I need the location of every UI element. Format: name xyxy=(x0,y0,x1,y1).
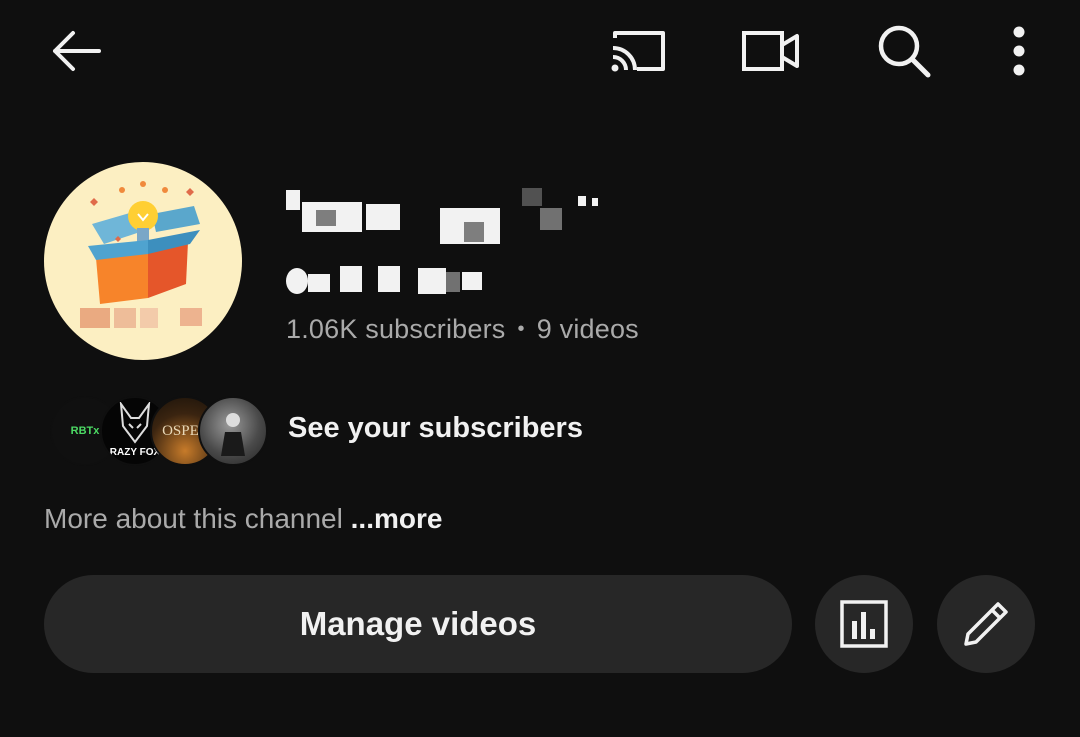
see-subscribers-link[interactable]: See your subscribers xyxy=(288,412,583,445)
channel-name xyxy=(286,178,626,248)
search-button[interactable] xyxy=(864,11,944,91)
more-vertical-icon xyxy=(1013,26,1025,76)
pencil-icon xyxy=(964,602,1008,646)
search-icon xyxy=(878,25,931,78)
stats-separator: • xyxy=(517,318,525,340)
subscriber-avatars[interactable]: RBTx RAZY FOX OSPEL xyxy=(50,396,270,466)
cast-icon xyxy=(611,31,665,72)
video-count: 9 videos xyxy=(536,314,639,344)
analytics-button[interactable] xyxy=(815,575,913,673)
back-button[interactable] xyxy=(36,11,116,91)
cast-button[interactable] xyxy=(598,11,678,91)
channel-avatar[interactable] xyxy=(44,162,242,360)
description-text: More about this channel xyxy=(44,503,343,534)
channel-handle xyxy=(286,262,496,302)
subscriber-avatar-text: RAZY FOX xyxy=(109,447,161,458)
subscriber-count: 1.06K subscribers xyxy=(286,314,506,344)
manage-videos-label: Manage videos xyxy=(299,605,537,642)
create-button[interactable] xyxy=(731,11,811,91)
subscriber-avatar-text: RBTx xyxy=(70,425,100,437)
box-lightbulb-logo xyxy=(80,181,202,328)
subscriber-avatar xyxy=(198,396,268,466)
fox-icon xyxy=(119,402,151,444)
edit-channel-button[interactable] xyxy=(937,575,1035,673)
more-options-button[interactable] xyxy=(979,11,1059,91)
manage-videos-button[interactable]: Manage videos xyxy=(44,575,792,673)
analytics-chart-icon xyxy=(840,600,888,648)
channel-description[interactable]: More about this channel ...more xyxy=(44,503,442,535)
channel-stats: 1.06K subscribers • 9 videos xyxy=(286,314,639,345)
person-photo-icon xyxy=(221,413,245,456)
more-link[interactable]: ...more xyxy=(351,503,443,534)
video-camera-icon xyxy=(742,31,799,71)
arrow-left-icon xyxy=(53,31,101,71)
top-app-bar xyxy=(0,0,1080,110)
